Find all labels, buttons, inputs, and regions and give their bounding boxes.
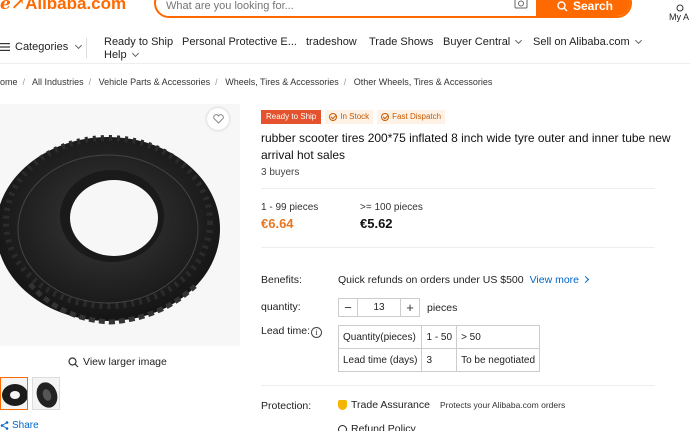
nav-item-tradeshow[interactable]: tradeshow <box>306 36 357 48</box>
thumbnail-2[interactable] <box>32 377 60 410</box>
thumbnail-1[interactable] <box>0 377 28 410</box>
in-stock-badge: In Stock <box>325 110 374 124</box>
lead-time-label: Lead time: i <box>261 325 323 338</box>
camera-icon[interactable] <box>514 0 528 10</box>
divider <box>261 247 655 248</box>
magnifier-icon <box>68 356 79 367</box>
table-cell: Quantity(pieces) <box>337 325 423 349</box>
info-icon[interactable]: i <box>311 327 323 338</box>
nav-item-sell-on-alibaba[interactable]: Sell on Alibaba.com <box>533 36 642 48</box>
chevron-down-icon <box>75 41 83 49</box>
quantity-stepper: − + pieces <box>338 298 457 317</box>
check-circle-icon <box>329 113 338 121</box>
product-badges: Ready to Ship In Stock Fast Dispatch <box>261 110 446 124</box>
nav-item-ready-to-ship[interactable]: Ready to Ship <box>104 36 173 48</box>
share-icon <box>0 421 9 430</box>
nav-item-personal-protective[interactable]: Personal Protective E... <box>182 36 297 48</box>
table-cell: Lead time (days) <box>337 348 423 372</box>
refund-policy-row[interactable]: Refund Policy <box>338 423 416 431</box>
tier-price: €6.64 <box>261 216 294 231</box>
trade-assurance-row[interactable]: Trade Assurance Protects your Alibaba.co… <box>338 399 565 411</box>
fast-dispatch-badge: Fast Dispatch <box>377 110 446 124</box>
tier-range: 1 - 99 pieces <box>261 202 319 213</box>
benefits-label: Benefits: <box>261 274 302 286</box>
protection-label: Protection: <box>261 400 312 412</box>
search-icon <box>557 0 568 11</box>
quantity-input[interactable] <box>358 298 400 317</box>
nav-divider <box>86 38 87 58</box>
view-larger-image-button[interactable]: View larger image <box>68 356 167 368</box>
share-link[interactable]: Share <box>0 420 39 431</box>
shield-icon <box>338 400 347 410</box>
breadcrumb-home[interactable]: ome <box>0 77 18 87</box>
hamburger-icon <box>0 43 10 51</box>
check-circle-icon <box>381 113 390 121</box>
ready-to-ship-badge: Ready to Ship <box>261 110 322 124</box>
table-cell: 1 - 50 <box>421 325 458 349</box>
chevron-down-icon <box>131 49 139 58</box>
logo-mark-icon: e↗ <box>0 0 26 14</box>
view-more-link[interactable]: View more <box>530 274 590 286</box>
top-navigation: Categories Ready to Ship Personal Protec… <box>0 32 690 64</box>
increase-quantity-button[interactable]: + <box>400 298 420 317</box>
tire-thumbnail <box>36 382 58 408</box>
table-cell: 3 <box>421 348 458 372</box>
thumbnail-list <box>0 377 60 410</box>
nav-item-help[interactable]: Help <box>104 49 139 61</box>
search-input[interactable] <box>166 0 506 14</box>
search-button[interactable]: Search <box>536 0 630 16</box>
tire-image <box>0 104 240 346</box>
categories-menu[interactable]: Categories <box>0 41 83 53</box>
refund-icon <box>338 424 347 431</box>
decrease-quantity-button[interactable]: − <box>338 298 358 317</box>
nav-item-trade-shows[interactable]: Trade Shows <box>369 36 433 48</box>
divider <box>261 385 655 386</box>
tier-price: €5.62 <box>360 216 393 231</box>
my-account-link[interactable]: My A <box>669 4 690 23</box>
table-row: Quantity(pieces) 1 - 50 > 50 <box>337 325 541 349</box>
heart-icon <box>212 114 224 124</box>
alibaba-logo[interactable]: e↗Alibaba.com <box>0 0 126 14</box>
breadcrumb-vehicle-parts[interactable]: Vehicle Parts & Accessories <box>99 77 211 87</box>
quantity-unit: pieces <box>427 301 458 314</box>
product-main-image[interactable] <box>0 104 240 346</box>
table-cell: To be negotiated <box>456 348 541 372</box>
buyer-count: 3 buyers <box>261 167 300 178</box>
add-to-favorites-button[interactable] <box>207 108 229 130</box>
tier-range: >= 100 pieces <box>360 202 423 213</box>
table-cell: > 50 <box>456 325 541 349</box>
table-row: Lead time (days) 3 To be negotiated <box>337 348 541 372</box>
breadcrumb-all-industries[interactable]: All Industries <box>32 77 84 87</box>
product-title: rubber scooter tires 200*75 inflated 8 i… <box>261 131 671 162</box>
trade-assurance-subtext: Protects your Alibaba.com orders <box>440 400 566 410</box>
chevron-down-icon <box>634 36 642 45</box>
breadcrumb: ome / All Industries / Vehicle Parts & Acc… <box>0 77 493 87</box>
price-tier-2: >= 100 pieces €5.62 <box>360 202 423 231</box>
benefits-text: Quick refunds on orders under US $500 Vie… <box>338 274 590 286</box>
search-bar: Search <box>154 0 632 18</box>
breadcrumb-other-wheels[interactable]: Other Wheels, Tires & Accessories <box>354 77 493 87</box>
site-header: e↗Alibaba.com Search My A <box>0 0 690 30</box>
divider <box>261 188 655 189</box>
user-icon <box>676 4 684 12</box>
breadcrumb-wheels-tires[interactable]: Wheels, Tires & Accessories <box>225 77 339 87</box>
chevron-right-icon <box>581 275 590 284</box>
tire-thumbnail <box>2 384 27 406</box>
lead-time-table: Quantity(pieces) 1 - 50 > 50 Lead time (… <box>337 325 541 372</box>
price-tier-1: 1 - 99 pieces €6.64 <box>261 202 318 231</box>
quantity-label: quantity: <box>261 301 301 313</box>
nav-item-buyer-central[interactable]: Buyer Central <box>443 36 523 48</box>
chevron-down-icon <box>515 36 523 45</box>
